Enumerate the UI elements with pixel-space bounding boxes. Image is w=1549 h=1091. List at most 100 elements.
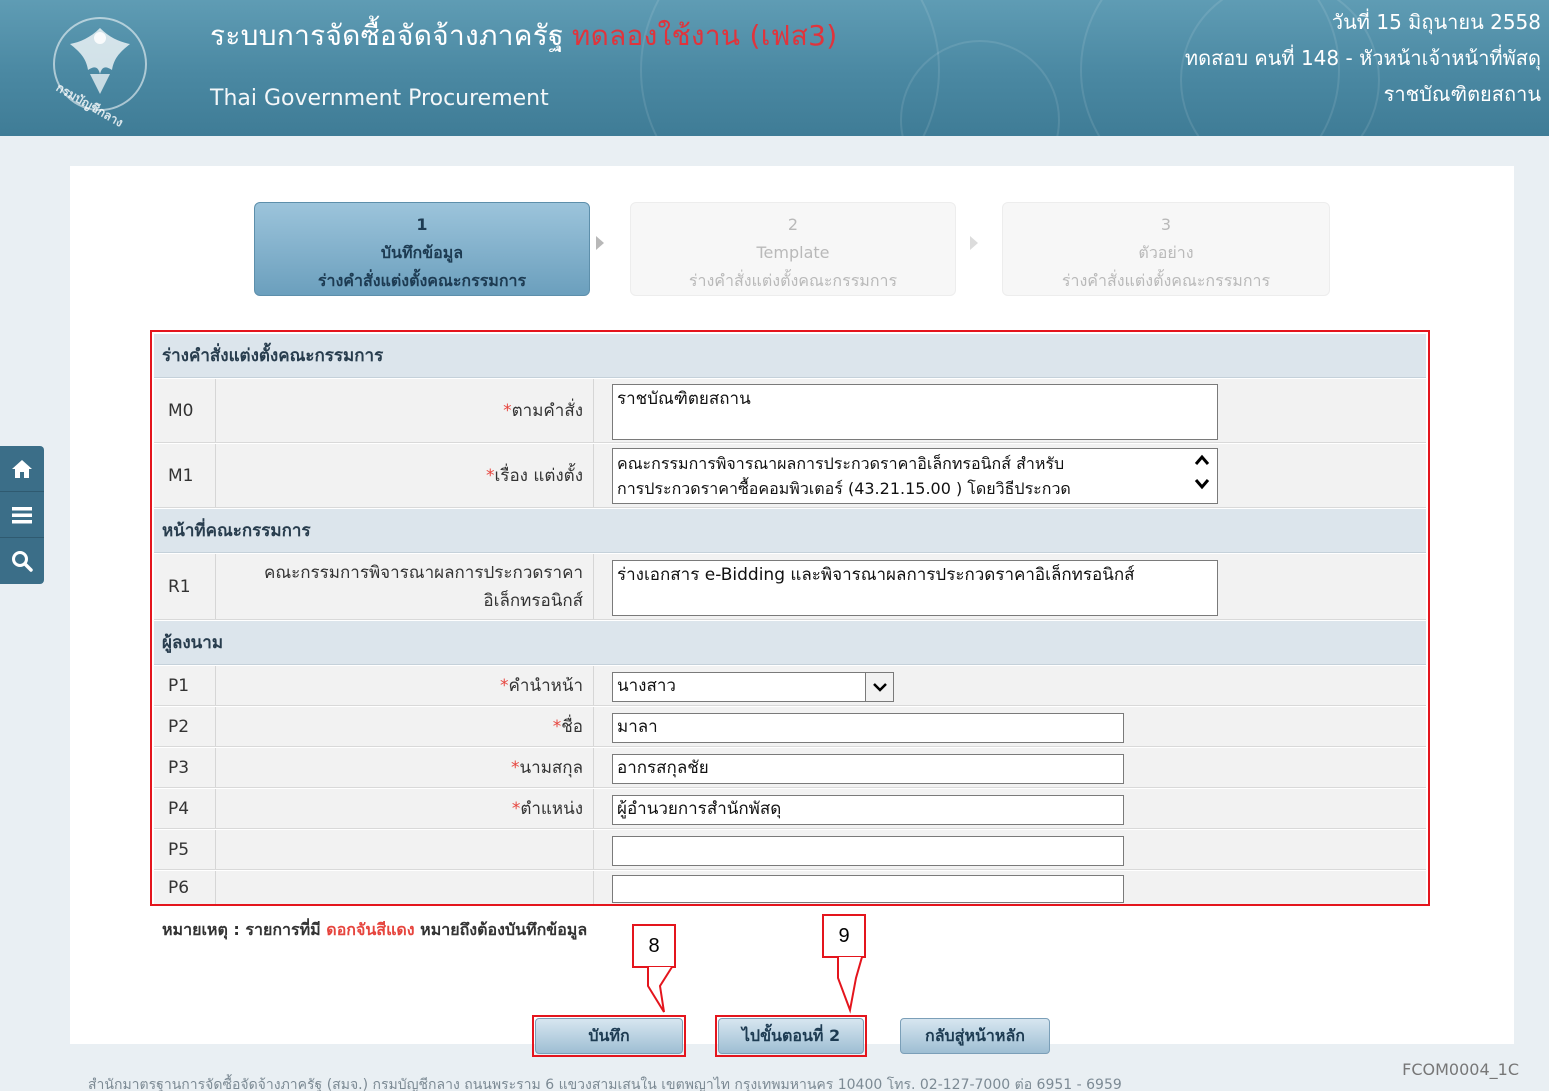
committee-duty-textarea[interactable]: ร่างเอกสาร e-Bidding และพิจารณาผลการประก… <box>612 560 1218 616</box>
field-value-cell <box>594 871 1426 904</box>
callout-9-pointer <box>837 956 863 1014</box>
row-p5: P5 <box>154 830 1426 870</box>
search-button[interactable] <box>0 538 44 584</box>
field-value-cell: ร่างเอกสาร e-Bidding และพิจารณาผลการประก… <box>594 554 1426 619</box>
user-info: วันที่ 15 มิถุนายน 2558 ทดสอบ คนที่ 148 … <box>1185 4 1541 112</box>
field-value-cell: อากรสกุลชัย <box>594 748 1426 787</box>
extra-line-5-input[interactable] <box>612 836 1124 866</box>
row-p4: P4 * ตำแหน่ง ผู้อำนวยการสำนักพัสดุ <box>154 789 1426 829</box>
row-m0: M0 * ตามคำสั่ง ราชบัณฑิตยสถาน <box>154 379 1426 443</box>
order-by-textarea[interactable]: ราชบัณฑิตยสถาน <box>612 384 1218 440</box>
note-suffix: หมายถึงต้องบันทึกข้อมูล <box>420 920 588 939</box>
home-icon <box>12 459 32 478</box>
field-code: P5 <box>154 830 216 869</box>
section-committee-duty: หน้าที่คณะกรรมการ <box>154 509 1426 553</box>
field-label-text: ตำแหน่ง <box>520 799 583 819</box>
row-p2: P2 * ชื่อ มาลา <box>154 707 1426 747</box>
step-title: ตัวอย่าง <box>1138 243 1194 262</box>
page-code: FCOM0004_1C <box>1402 1060 1519 1079</box>
committee-order-form: ร่างคำสั่งแต่งตั้งคณะกรรมการ M0 * ตามคำสั… <box>150 330 1430 906</box>
step-subtitle: ร่างคำสั่งแต่งตั้งคณะกรรมการ <box>1061 271 1271 290</box>
field-code: M1 <box>154 444 216 507</box>
step-subtitle: ร่างคำสั่งแต่งตั้งคณะกรรมการ <box>688 271 898 290</box>
field-label-text: คำนำหน้า <box>508 676 583 696</box>
search-icon <box>12 551 33 572</box>
first-name-value: มาลา <box>617 717 658 737</box>
title-prefix-select[interactable]: นางสาว <box>612 672 894 702</box>
step-number: 3 <box>1160 215 1172 234</box>
chevron-down-icon <box>872 683 887 692</box>
field-code: P3 <box>154 748 216 787</box>
field-value-cell: มาลา <box>594 707 1426 746</box>
app-title-text: ระบบการจัดซื้อจัดจ้างภาครัฐ <box>210 19 564 52</box>
current-date: วันที่ 15 มิถุนายน 2558 <box>1331 10 1541 34</box>
step-title: บันทึกข้อมูล <box>380 243 464 262</box>
note-red-text: ดอกจันสีแดง <box>326 920 415 939</box>
field-code: P6 <box>154 871 216 904</box>
callout-8-pointer <box>647 966 673 1013</box>
subject-line-1: คณะกรรมการพิจารณาผลการประกวดราคาอิเล็กทร… <box>617 454 1065 473</box>
required-mark: * <box>511 757 520 778</box>
field-label-text: เรื่อง แต่งตั้ง <box>494 466 584 486</box>
appointment-subject-textarea[interactable]: คณะกรรมการพิจารณาผลการประกวดราคาอิเล็กทร… <box>612 448 1218 504</box>
home-button[interactable] <box>0 446 44 492</box>
field-label-line-1: คณะกรรมการพิจารณาผลการประกวดราคา <box>263 562 583 583</box>
field-label: * คำนำหน้า <box>216 666 594 705</box>
required-mark: * <box>511 798 521 819</box>
chevron-up-icon[interactable] <box>1194 453 1210 467</box>
title-prefix-value: นางสาว <box>617 676 676 696</box>
field-label-text: ตามคำสั่ง <box>511 401 583 421</box>
row-r1: R1 คณะกรรมการพิจารณาผลการประกวดราคา อิเล… <box>154 554 1426 620</box>
last-name-input[interactable]: อากรสกุลชัย <box>612 754 1124 784</box>
menu-button[interactable] <box>0 492 44 538</box>
step-number: 1 <box>416 215 428 234</box>
phase-badge: ทดลองใช้งาน (เฟส3) <box>571 19 838 52</box>
extra-line-6-input[interactable] <box>612 875 1124 903</box>
order-by-value: ราชบัณฑิตยสถาน <box>617 389 751 409</box>
chevron-down-icon[interactable] <box>1194 477 1210 491</box>
back-to-main-button[interactable]: กลับสู่หน้าหลัก <box>900 1018 1050 1054</box>
committee-duty-value: ร่างเอกสาร e-Bidding และพิจารณาผลการประก… <box>617 565 1135 585</box>
step-3[interactable]: 3 ตัวอย่าง ร่างคำสั่งแต่งตั้งคณะกรรมการ <box>1002 202 1330 296</box>
field-value-cell: คณะกรรมการพิจารณาผลการประกวดราคาอิเล็กทร… <box>594 444 1426 507</box>
subject-line-2: การประกวดราคาซื้อคอมพิวเตอร์ (43.21.15.0… <box>617 479 1071 498</box>
field-label: * เรื่อง แต่งตั้ง <box>216 444 594 507</box>
step-title: Template <box>756 243 830 262</box>
position-input[interactable]: ผู้อำนวยการสำนักพัสดุ <box>612 795 1124 825</box>
field-code: R1 <box>154 554 216 619</box>
first-name-input[interactable]: มาลา <box>612 713 1124 743</box>
app-header: กรมบัญชีกลาง ระบบการจัดซื้อจัดจ้างภาครัฐ… <box>0 0 1549 136</box>
field-code: M0 <box>154 379 216 442</box>
step-subtitle: ร่างคำสั่งแต่งตั้งคณะกรรมการ <box>317 271 527 290</box>
field-code: P4 <box>154 789 216 828</box>
field-label <box>216 871 594 904</box>
textarea-scrollbar[interactable] <box>1191 453 1213 491</box>
field-code: P1 <box>154 666 216 705</box>
required-mark: * <box>486 465 495 486</box>
footer-address: สำนักมาตรฐานการจัดซื้อจัดจ้างภาครัฐ (สมจ… <box>88 1077 1122 1091</box>
section-title: หน้าที่คณะกรรมการ <box>162 521 311 541</box>
step-arrow-icon <box>970 236 978 250</box>
field-label: คณะกรรมการพิจารณาผลการประกวดราคา อิเล็กท… <box>216 554 594 619</box>
note-prefix: หมายเหตุ : รายการที่มี <box>162 920 321 939</box>
field-label: * ชื่อ <box>216 707 594 746</box>
app-title: ระบบการจัดซื้อจัดจ้างภาครัฐ ทดลองใช้งาน (… <box>210 14 838 58</box>
step-2[interactable]: 2 Template ร่างคำสั่งแต่งตั้งคณะกรรมการ <box>630 202 956 296</box>
callout-8: 8 <box>632 924 676 968</box>
section-committee-order: ร่างคำสั่งแต่งตั้งคณะกรรมการ <box>154 334 1426 378</box>
quick-nav-bar <box>0 446 44 584</box>
select-dropdown-button[interactable] <box>865 673 893 701</box>
position-value: ผู้อำนวยการสำนักพัสดุ <box>617 799 782 819</box>
field-label-text: นามสกุล <box>519 758 583 778</box>
callout-9: 9 <box>822 914 866 958</box>
required-note: หมายเหตุ : รายการที่มี ดอกจันสีแดง หมายถ… <box>162 918 587 943</box>
row-p6: P6 <box>154 871 1426 904</box>
field-label: * ตามคำสั่ง <box>216 379 594 442</box>
app-subtitle: Thai Government Procurement <box>210 86 549 111</box>
last-name-value: อากรสกุลชัย <box>617 758 709 778</box>
section-title: ร่างคำสั่งแต่งตั้งคณะกรรมการ <box>162 346 384 366</box>
row-m1: M1 * เรื่อง แต่งตั้ง คณะกรรมการพิจารณาผลก… <box>154 444 1426 508</box>
menu-icon <box>12 506 32 523</box>
step-1[interactable]: 1 บันทึกข้อมูล ร่างคำสั่งแต่งตั้งคณะกรรม… <box>254 202 590 296</box>
section-title: ผู้ลงนาม <box>162 633 224 653</box>
